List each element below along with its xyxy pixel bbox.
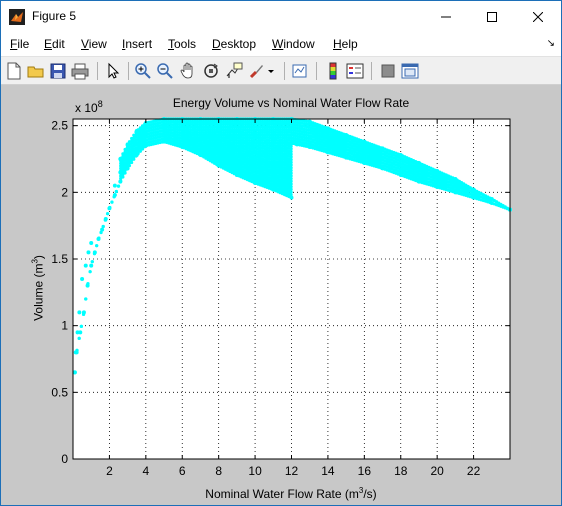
x-tick-label: 8: [215, 464, 222, 478]
data-point: [89, 263, 94, 268]
data-point: [80, 277, 85, 281]
data-point: [86, 250, 91, 255]
data-point: [77, 310, 82, 315]
x-tick-label: 14: [321, 464, 335, 478]
data-point: [114, 189, 118, 194]
x-tick-label: 6: [179, 464, 186, 478]
data-point: [73, 350, 78, 355]
data-point: [77, 336, 81, 340]
data-point: [116, 184, 121, 188]
data-point: [92, 252, 97, 256]
data-point: [112, 195, 116, 199]
data-point: [97, 236, 101, 240]
data-point: [105, 212, 110, 216]
data-point: [103, 218, 108, 222]
data-point: [81, 312, 86, 316]
data-point: [83, 263, 88, 268]
x-tick-label: 18: [394, 464, 408, 478]
data-point: [101, 224, 105, 229]
x-tick-label: 4: [142, 464, 149, 478]
y-tick-label: 2: [61, 185, 68, 199]
x-axis-label: Nominal Water Flow Rate (m3/s): [205, 486, 377, 501]
y-tick-label: 1: [61, 319, 68, 333]
data-point: [99, 230, 103, 235]
data-point: [79, 324, 83, 328]
x-tick-label: 22: [467, 464, 481, 478]
data-point: [84, 297, 88, 301]
x-tick-label: 20: [430, 464, 444, 478]
y-axis-label: Volume (m3): [30, 255, 46, 321]
data-point: [88, 270, 92, 274]
plot-canvas[interactable]: 2 4 6 8 10 12 14 16 18 20 22 0 0.5 1 1.5 2 2.5: [1, 1, 561, 505]
data-point: [90, 260, 94, 264]
data-point: [75, 330, 80, 335]
data-point: [86, 282, 90, 286]
data-point: [108, 205, 112, 210]
x-tick-label: 10: [248, 464, 262, 478]
y-tick-label: 1.5: [51, 252, 68, 266]
x-tick-label: 12: [285, 464, 299, 478]
data-point: [89, 241, 94, 245]
figure-window: Figure 5 File Edit View Insert Tools Des…: [0, 0, 562, 506]
data-point: [112, 183, 117, 188]
x-tick-label: 2: [106, 464, 113, 478]
y-tick-label: 0: [61, 452, 68, 466]
x-tick-label: 16: [358, 464, 372, 478]
data-point: [110, 200, 114, 204]
data-point: [95, 244, 99, 248]
y-tick-label: 0.5: [51, 385, 68, 399]
y-tick-label: 2.5: [51, 119, 68, 133]
